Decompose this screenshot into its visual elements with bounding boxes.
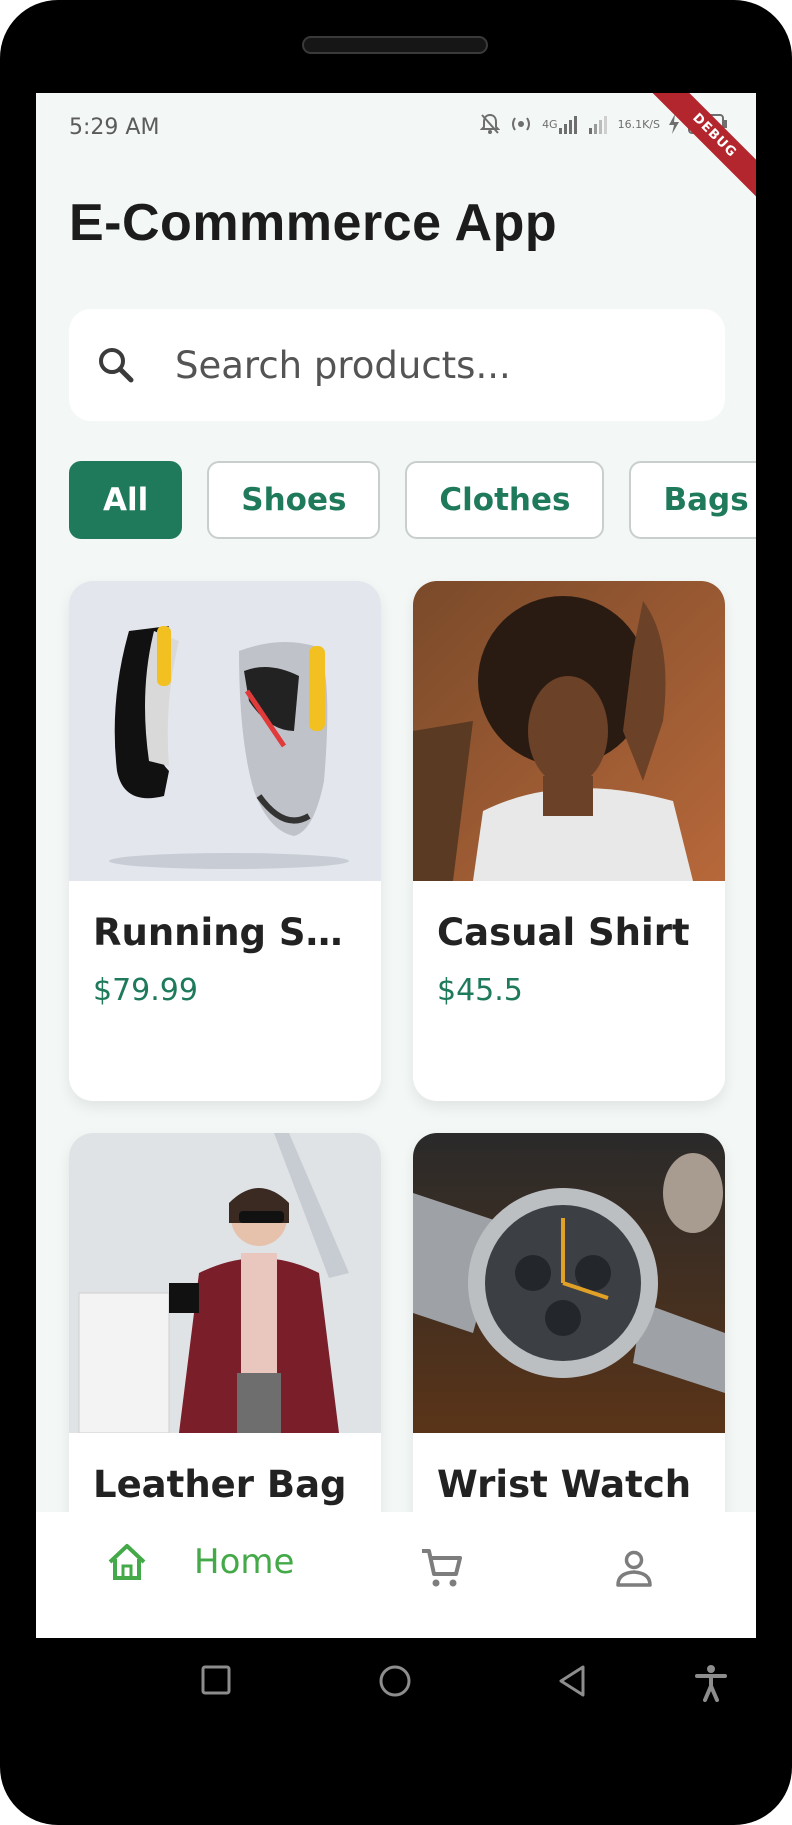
nav-home-label: Home [194,1542,295,1582]
back-button[interactable] [556,1664,588,1702]
accessibility-icon [695,1665,727,1702]
product-name: Running Sh... [93,911,363,954]
category-chip-shoes[interactable]: Shoes [207,461,381,539]
circle-icon [379,1665,411,1697]
profile-icon [616,1550,652,1587]
nav-item-cart[interactable] [420,1546,464,1594]
product-price: $45.5 [437,973,523,1008]
product-price: $79.99 [93,973,198,1008]
back-triangle-icon [559,1665,585,1697]
phone-frame: 5:29 AM 4G 16.1 K/S DEBUG E-Commmerce Ap… [0,0,792,1825]
nav-item-home[interactable]: Home [106,1542,294,1582]
signal-bars-icon [588,114,610,134]
system-navigation-bar [0,1638,792,1733]
product-card[interactable]: Running Sh... $79.99 [69,581,381,1101]
product-image-sneakers [69,581,381,881]
product-image-wrist-watch [413,1133,725,1433]
app-screen: 5:29 AM 4G 16.1 K/S DEBUG E-Commmerce Ap… [36,93,756,1638]
bottom-navigation: Home [36,1512,756,1638]
category-chip-all[interactable]: All [69,461,183,539]
home-icon [108,1544,146,1580]
category-chip-clothes[interactable]: Clothes [405,461,605,539]
search-icon [99,348,134,383]
recents-button[interactable] [200,1664,232,1700]
hotspot-icon [508,114,534,134]
search-input[interactable] [173,342,697,388]
mute-bell-icon [480,113,501,135]
earpiece-speaker [302,36,488,54]
product-image-leather-bag [69,1133,381,1433]
network-type-label: 4G [542,117,558,131]
product-image-casual-shirt [413,581,725,881]
net-speed-value: 16.1 [617,117,643,131]
category-chip-bags[interactable]: Bags [629,461,756,539]
search-bar[interactable] [69,309,725,421]
signal-4g-icon: 4G [542,114,580,134]
square-icon [201,1665,231,1695]
category-chips: All Shoes Clothes Bags [69,461,756,541]
product-name: Leather Bag [93,1463,347,1506]
home-system-button[interactable] [378,1664,412,1702]
status-bar: 5:29 AM 4G 16.1 K/S DEBUG [36,93,756,205]
nav-item-profile[interactable] [614,1548,654,1592]
cart-icon [422,1549,462,1587]
accessibility-button[interactable] [694,1664,728,1706]
debug-banner: DEBUG [645,93,756,205]
page-title: E-Commmerce App [69,194,558,252]
product-name: Casual Shirt [437,911,690,954]
product-name: Wrist Watch [437,1463,692,1506]
status-time: 5:29 AM [69,115,160,140]
product-card[interactable]: Casual Shirt $45.5 [413,581,725,1101]
net-speed: 16.1 K/S [618,119,660,130]
net-speed-unit: K/S [642,117,660,131]
